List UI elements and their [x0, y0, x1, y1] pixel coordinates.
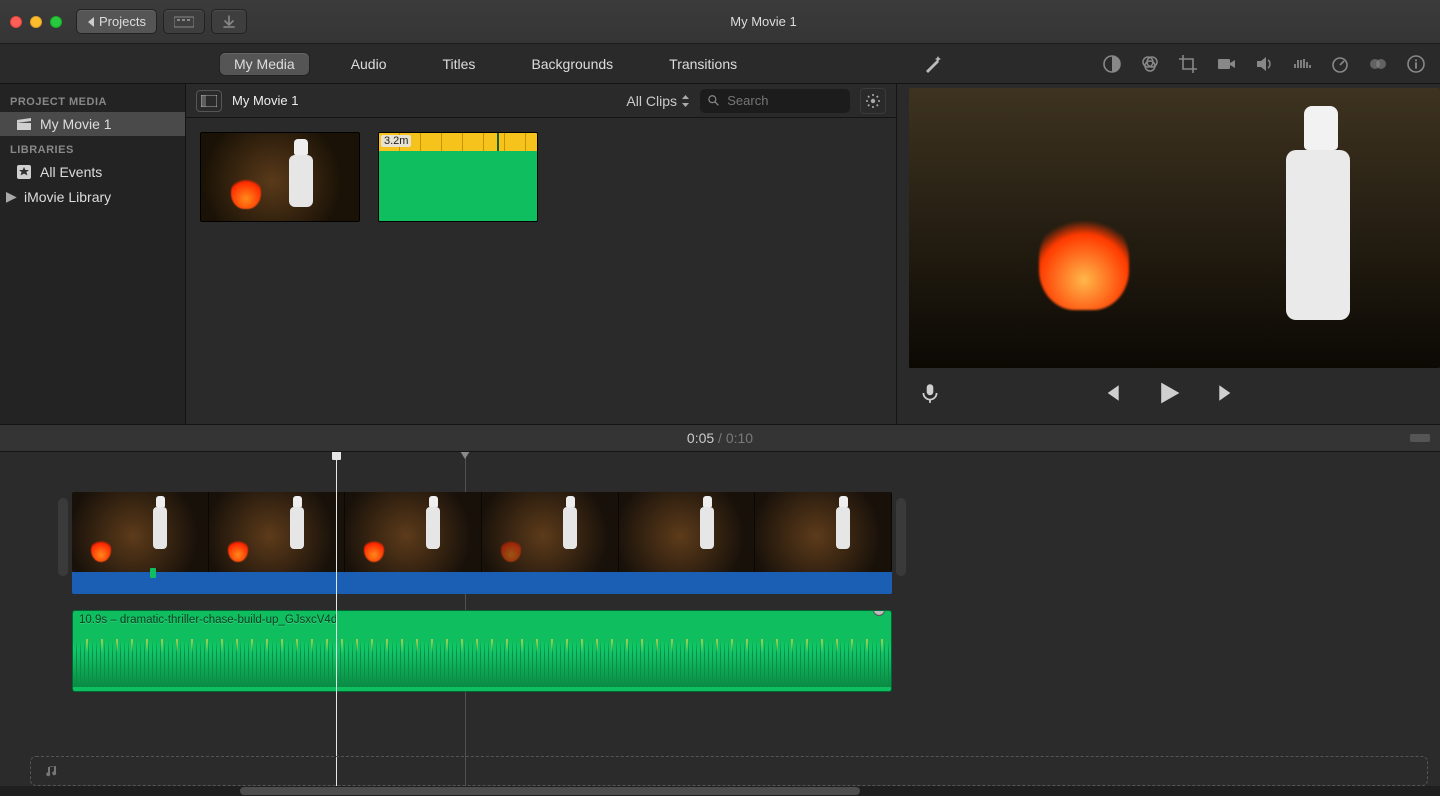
updown-chevron-icon [681, 95, 690, 107]
star-icon [16, 164, 32, 180]
audio-marker [150, 568, 156, 578]
tab-backgrounds[interactable]: Backgrounds [517, 53, 627, 75]
sidebar-item-all-events[interactable]: All Events [0, 160, 185, 184]
sidebar-all-events-label: All Events [40, 164, 102, 180]
timeline-playhead[interactable] [336, 452, 337, 796]
sidebar-library-label: iMovie Library [24, 189, 111, 205]
viewer [897, 84, 1440, 424]
media-browser: My Movie 1 All Clips 3.2m [186, 84, 897, 424]
total-duration: 0:10 [726, 430, 753, 446]
stabilization-icon[interactable] [1216, 54, 1236, 74]
clip-filter-icon[interactable] [1368, 54, 1388, 74]
back-to-projects-button[interactable]: Projects [76, 9, 157, 34]
video-clip[interactable] [72, 492, 892, 572]
audio-clip-label: 10.9s – dramatic-thriller-chase-build-up… [79, 614, 337, 626]
toggle-sidebar-button[interactable] [196, 90, 222, 112]
inspector-toolbar [897, 54, 1440, 74]
noise-reduction-eq-icon[interactable] [1292, 54, 1312, 74]
next-button[interactable] [1216, 382, 1238, 404]
sidebar-heading-libraries: LIBRARIES [0, 136, 185, 160]
media-clip-audio[interactable]: 3.2m [378, 132, 538, 222]
preview-viewport[interactable] [909, 88, 1440, 368]
scrollbar-thumb[interactable] [240, 787, 860, 795]
sidebar-project-label: My Movie 1 [40, 116, 112, 132]
sidebar-item-project[interactable]: My Movie 1 [0, 112, 185, 136]
clip-trim-handle-left[interactable] [58, 498, 68, 576]
browser-settings-button[interactable] [860, 88, 886, 114]
audio-clip-length: 3.2m [381, 135, 411, 147]
music-note-icon [45, 764, 59, 778]
close-window-button[interactable] [10, 16, 22, 28]
prev-button[interactable] [1100, 382, 1122, 404]
speed-icon[interactable] [1330, 54, 1350, 74]
timeline-scrollbar[interactable] [0, 786, 1440, 796]
import-media-button[interactable] [163, 9, 205, 34]
clip-filter-dropdown[interactable]: All Clips [626, 93, 690, 109]
media-clip-video[interactable] [200, 132, 360, 222]
voiceover-record-button[interactable] [919, 382, 941, 404]
sidebar-item-imovie-library[interactable]: ▶ iMovie Library [0, 184, 185, 209]
audio-clip[interactable]: 10.9s – dramatic-thriller-chase-build-up… [72, 610, 892, 692]
tab-audio[interactable]: Audio [337, 53, 401, 75]
minimize-window-button[interactable] [30, 16, 42, 28]
media-tabs-row: My Media Audio Titles Backgrounds Transi… [0, 44, 1440, 84]
volume-icon[interactable] [1254, 54, 1274, 74]
browser-toolbar: My Movie 1 All Clips [186, 84, 896, 118]
search-input[interactable] [725, 92, 842, 109]
color-correction-icon[interactable] [1140, 54, 1160, 74]
back-label: Projects [99, 14, 146, 29]
search-icon [708, 94, 719, 107]
background-music-well[interactable] [30, 756, 1428, 786]
timecode-bar: 0:05 / 0:10 [0, 424, 1440, 452]
download-button[interactable] [211, 9, 247, 34]
video-clip-audio-lane[interactable] [72, 572, 892, 594]
info-icon[interactable] [1406, 54, 1426, 74]
tab-transitions[interactable]: Transitions [655, 53, 751, 75]
zoom-window-button[interactable] [50, 16, 62, 28]
browser-breadcrumb: My Movie 1 [232, 93, 298, 108]
window-title: My Movie 1 [247, 14, 1280, 29]
clip-filter-label: All Clips [626, 93, 677, 109]
crop-icon[interactable] [1178, 54, 1198, 74]
disclosure-triangle-icon[interactable]: ▶ [6, 188, 16, 205]
titlebar: Projects My Movie 1 [0, 0, 1440, 44]
tab-my-media[interactable]: My Media [220, 53, 309, 75]
sidebar: PROJECT MEDIA My Movie 1 LIBRARIES All E… [0, 84, 186, 424]
gear-icon [865, 93, 881, 109]
clips-area[interactable]: 3.2m [186, 118, 896, 424]
enhance-magic-wand-icon[interactable] [923, 54, 943, 74]
sidebar-heading-project-media: PROJECT MEDIA [0, 88, 185, 112]
video-track[interactable] [72, 486, 892, 600]
play-button[interactable] [1156, 380, 1182, 406]
transport-controls [897, 368, 1440, 418]
search-field[interactable] [700, 89, 850, 113]
timeline[interactable]: 10.9s – dramatic-thriller-chase-build-up… [0, 452, 1440, 796]
clapperboard-icon [16, 116, 32, 132]
audio-fade-handle[interactable] [873, 610, 885, 616]
timeline-settings-handle[interactable] [1410, 434, 1430, 442]
workspace: PROJECT MEDIA My Movie 1 LIBRARIES All E… [0, 84, 1440, 424]
window-controls [10, 16, 62, 28]
color-balance-icon[interactable] [1102, 54, 1122, 74]
current-time: 0:05 [687, 430, 714, 446]
clip-trim-handle-right[interactable] [896, 498, 906, 576]
tab-titles[interactable]: Titles [429, 53, 490, 75]
